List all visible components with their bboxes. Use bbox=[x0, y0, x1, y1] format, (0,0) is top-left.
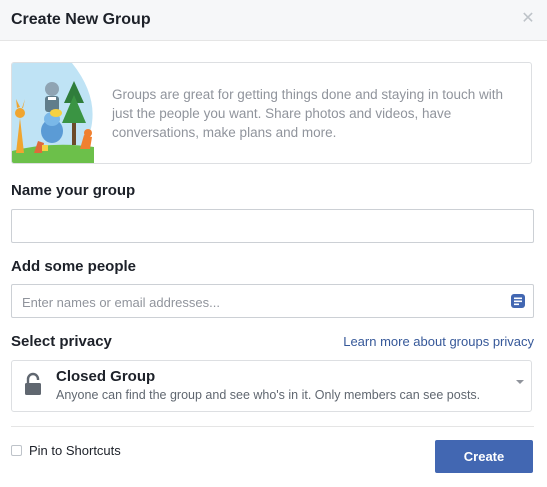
add-people-input[interactable] bbox=[20, 285, 494, 319]
privacy-option-description: Anyone can find the group and see who's … bbox=[56, 388, 481, 402]
name-group-label: Name your group bbox=[11, 182, 136, 199]
privacy-learn-more-link[interactable]: Learn more about groups privacy bbox=[343, 334, 534, 349]
footer-divider bbox=[11, 426, 534, 427]
privacy-option-title: Closed Group bbox=[56, 368, 156, 385]
pin-checkbox[interactable] bbox=[11, 445, 22, 456]
intro-text: Groups are great for getting things done… bbox=[112, 87, 503, 140]
lock-icon bbox=[25, 372, 41, 395]
privacy-select[interactable]: Closed Group Anyone can find the group a… bbox=[11, 360, 532, 412]
pin-label: Pin to Shortcuts bbox=[29, 443, 121, 458]
dialog-title: Create New Group bbox=[11, 11, 151, 28]
create-group-dialog: Create New Group ✕ Groups are great for … bbox=[0, 0, 547, 487]
dialog-header: Create New Group ✕ bbox=[0, 0, 547, 41]
intro-banner: Groups are great for getting things done… bbox=[11, 62, 532, 164]
groups-illustration bbox=[12, 63, 94, 163]
contacts-list-icon[interactable] bbox=[510, 293, 526, 309]
add-people-label: Add some people bbox=[11, 258, 137, 275]
chevron-down-icon bbox=[516, 380, 524, 384]
add-people-field[interactable] bbox=[11, 284, 534, 319]
select-privacy-label: Select privacy bbox=[11, 333, 112, 350]
group-name-field[interactable] bbox=[11, 209, 534, 244]
group-name-input[interactable] bbox=[20, 210, 524, 244]
create-button[interactable]: Create bbox=[435, 440, 533, 473]
close-icon[interactable]: ✕ bbox=[521, 11, 535, 27]
